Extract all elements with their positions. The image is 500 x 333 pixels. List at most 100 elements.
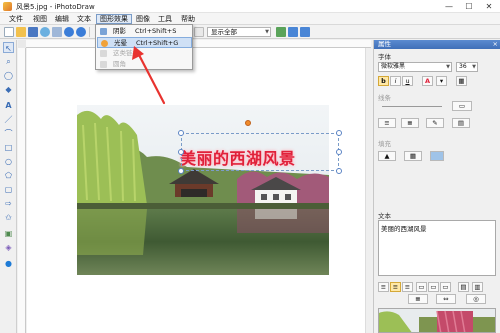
zoom-select[interactable]: 显示全部 ▼: [207, 27, 271, 37]
fill-pattern-icon[interactable]: ▦: [404, 151, 422, 161]
underline-button[interactable]: u: [402, 76, 413, 86]
text-wrap-icon[interactable]: ▤: [458, 282, 469, 292]
line-cap-select[interactable]: ≣: [401, 118, 419, 128]
fill-image-icon[interactable]: [430, 151, 444, 161]
font-size-select[interactable]: 36 ▼: [456, 62, 478, 72]
horizontal-ruler: [26, 40, 371, 48]
rectangle-icon[interactable]: □: [3, 142, 14, 153]
web-icon[interactable]: [40, 27, 50, 37]
fill-bucket-icon[interactable]: ▲: [378, 151, 396, 161]
zoom-icon[interactable]: ⌕: [3, 56, 14, 67]
menu-item-label: 圆角: [113, 60, 126, 68]
minimize-button[interactable]: —: [440, 1, 458, 12]
line-dash-select[interactable]: ≡: [378, 118, 396, 128]
text-direction-icon[interactable]: ▥: [472, 282, 483, 292]
preview-image: [379, 309, 495, 332]
chevron-down-icon: ▼: [472, 64, 476, 70]
menu-edit[interactable]: 编辑: [52, 14, 72, 24]
open-folder-icon[interactable]: [16, 27, 26, 37]
fill-icon[interactable]: ◆: [3, 84, 14, 95]
text-color-button[interactable]: A: [422, 76, 433, 86]
char-spacing-select[interactable]: ⇔: [436, 294, 456, 304]
rotate-handle[interactable]: [245, 120, 251, 126]
menu-text[interactable]: 文本: [74, 14, 94, 24]
undo-icon[interactable]: [64, 27, 74, 37]
line-color-button[interactable]: ✎: [426, 118, 444, 128]
resize-handle-ne[interactable]: [336, 130, 342, 136]
star-icon[interactable]: ✩: [3, 212, 14, 223]
align-center-icon[interactable]: ≡: [390, 282, 401, 292]
line-icon[interactable]: ／: [3, 114, 14, 125]
menu-bar: 文件 视图 编辑 文本 图形效果 图像 工具 帮助: [0, 13, 500, 25]
text-icon[interactable]: A: [3, 100, 14, 111]
menu-view[interactable]: 视图: [30, 14, 50, 24]
polygon-icon[interactable]: ⬠: [3, 170, 14, 181]
image-icon[interactable]: ▣: [3, 228, 14, 239]
mosaic-icon[interactable]: ◈: [3, 242, 14, 253]
font-section-label: 字体: [378, 53, 391, 61]
canvas-text-object[interactable]: 美丽的西湖风景: [180, 145, 296, 169]
resize-handle-se[interactable]: [336, 168, 342, 174]
line-weight-select[interactable]: ▭: [452, 101, 472, 111]
fit-icon[interactable]: [194, 27, 204, 37]
menu-file[interactable]: 文件: [6, 14, 26, 24]
valign-top-icon[interactable]: ▭: [416, 282, 427, 292]
resize-handle-nw[interactable]: [178, 130, 184, 136]
menu-item-shadow[interactable]: 阴影 Ctrl+Shift+S: [97, 26, 192, 37]
save-icon[interactable]: [28, 27, 38, 37]
bold-button[interactable]: b: [378, 76, 389, 86]
resize-handle-w[interactable]: [178, 149, 184, 155]
print-icon[interactable]: [52, 27, 62, 37]
line-section-label: 线条: [378, 94, 391, 102]
menu-help[interactable]: 帮助: [178, 14, 198, 24]
line-spacing-select[interactable]: ≣: [408, 294, 428, 304]
new-file-icon[interactable]: [4, 27, 14, 37]
maximize-button[interactable]: ☐: [460, 1, 478, 12]
font-family-value: 微软雅黑: [381, 63, 406, 70]
menu-item-shortcut: Ctrl+Shift+S: [135, 27, 177, 35]
panel-close-icon[interactable]: ×: [493, 40, 498, 49]
panel-title: 属性: [378, 40, 391, 48]
align-right-icon[interactable]: ≡: [402, 282, 413, 292]
text-effects-select[interactable]: ◎: [466, 294, 486, 304]
italic-button[interactable]: i: [390, 76, 401, 86]
select-arrow-icon[interactable]: ↖: [3, 42, 14, 53]
panel-header: 属性 ×: [374, 40, 500, 49]
zoom-out-icon[interactable]: [300, 27, 310, 37]
shadow-icon: [100, 28, 107, 35]
chevron-down-icon: ▼: [265, 29, 269, 35]
menu-tools[interactable]: 工具: [155, 14, 175, 24]
zoom-in-icon[interactable]: [288, 27, 298, 37]
link-icon: [100, 50, 107, 57]
vertical-ruler: [18, 48, 26, 333]
line-more-button[interactable]: ▤: [452, 118, 470, 128]
text-content-field[interactable]: 美丽的西湖风景: [378, 220, 496, 276]
toolbar-separator: [89, 27, 90, 37]
info-icon[interactable]: ●: [3, 258, 14, 269]
vertical-scrollbar[interactable]: [365, 48, 371, 333]
callout-icon[interactable]: ▢: [3, 184, 14, 195]
edit-icon[interactable]: [276, 27, 286, 37]
arrow-icon[interactable]: ⇨: [3, 198, 14, 209]
properties-panel: 属性 × 字体 微软雅黑 ▼ 36 ▼ b i u A ▾ ▦ 线条 ▭ ≡ ≣…: [373, 40, 500, 333]
close-button[interactable]: ✕: [480, 1, 498, 12]
valign-bottom-icon[interactable]: ▭: [440, 282, 451, 292]
chevron-down-icon: ▼: [446, 64, 450, 70]
text-grid-icon[interactable]: ▦: [456, 76, 467, 86]
canvas[interactable]: 美丽的西湖风景: [27, 48, 371, 333]
fill-section-label: 填充: [378, 140, 391, 148]
font-color-dropdown-icon[interactable]: ▾: [436, 76, 447, 86]
resize-handle-e[interactable]: [336, 149, 342, 155]
align-left-icon[interactable]: ≡: [378, 282, 389, 292]
menu-shape-effects[interactable]: 图形效果: [96, 14, 132, 24]
font-family-select[interactable]: 微软雅黑 ▼: [378, 62, 452, 72]
polyline-icon[interactable]: ⌒: [3, 128, 14, 139]
valign-middle-icon[interactable]: ▭: [428, 282, 439, 292]
resize-handle-sw[interactable]: [178, 168, 184, 174]
redo-icon[interactable]: [76, 27, 86, 37]
ellipse-icon[interactable]: ○: [3, 156, 14, 167]
menu-image[interactable]: 图像: [133, 14, 153, 24]
landscape-photo[interactable]: [77, 105, 329, 275]
line-style-preview[interactable]: [382, 106, 442, 107]
lasso-icon[interactable]: ◯: [3, 70, 14, 81]
